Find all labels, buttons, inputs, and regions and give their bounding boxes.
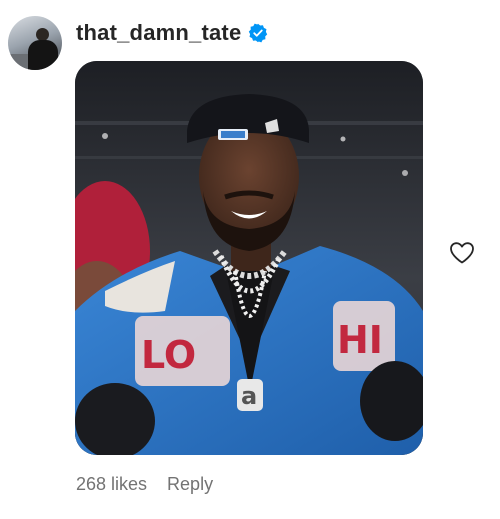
comment-footer: 268 likes Reply: [76, 474, 213, 495]
username-link[interactable]: that_damn_tate: [76, 20, 241, 46]
verified-badge-icon: [248, 23, 268, 43]
svg-text:HI: HI: [337, 318, 383, 362]
comment-header: that_damn_tate: [76, 18, 268, 48]
comment-media-image[interactable]: LO HI a: [75, 61, 423, 455]
likes-count[interactable]: 268 likes: [76, 474, 147, 495]
comment-item: that_damn_tate LO HI a 268 likes Reply: [0, 0, 500, 519]
svg-text:LO: LO: [141, 333, 196, 377]
svg-text:a: a: [241, 382, 257, 410]
photo-illustration: LO HI a: [75, 61, 423, 455]
avatar[interactable]: [8, 16, 62, 70]
reply-button[interactable]: Reply: [167, 474, 213, 495]
like-heart-icon[interactable]: [449, 241, 475, 265]
